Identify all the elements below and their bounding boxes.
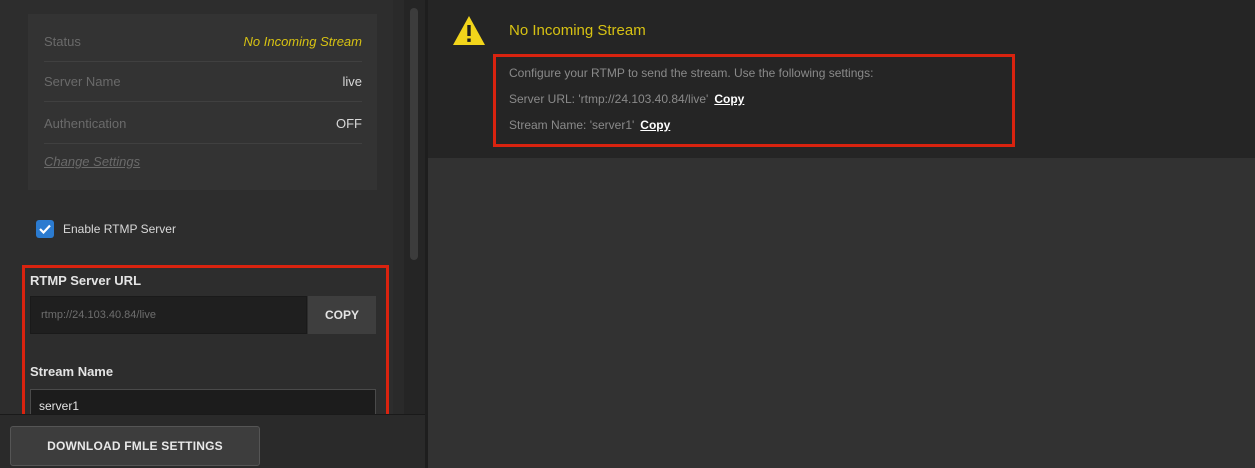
notice-instructions-text: Configure your RTMP to send the stream. … [509,66,874,80]
enable-rtmp-label: Enable RTMP Server [63,222,176,236]
status-box: Status No Incoming Stream Server Name li… [28,14,377,190]
server-name-value: live [342,74,362,89]
notice-server-url: Server URL: 'rtmp://24.103.40.84/live' Co… [509,92,744,106]
rtmp-url-label: RTMP Server URL [30,273,142,288]
preview-area [428,158,1255,468]
notice-title: No Incoming Stream [509,22,646,39]
rtmp-url-field[interactable]: rtmp://24.103.40.84/live [30,296,307,334]
status-value: No Incoming Stream [243,34,363,49]
copy-server-url-link[interactable]: Copy [714,92,744,106]
server-name-row: Server Name live [44,62,362,102]
authentication-value: OFF [336,116,362,131]
change-settings-link[interactable]: Change Settings [44,154,140,169]
status-row: Status No Incoming Stream [44,22,362,62]
status-label: Status [44,34,81,49]
authentication-label: Authentication [44,116,127,131]
enable-rtmp-toggle[interactable]: Enable RTMP Server [36,220,176,238]
download-fmle-settings-button[interactable]: DOWNLOAD FMLE SETTINGS [10,426,260,466]
notice-stream-name-text: Stream Name: 'server1' [509,118,635,132]
enable-rtmp-checkbox[interactable] [36,220,54,238]
notice-stream-name: Stream Name: 'server1' Copy [509,118,670,132]
stream-name-label: Stream Name [30,364,114,379]
copy-stream-name-link[interactable]: Copy [640,118,670,132]
notice-server-url-text: Server URL: 'rtmp://24.103.40.84/live' [509,92,709,106]
copy-url-button[interactable]: COPY [308,296,376,334]
check-icon [39,224,51,234]
warning-icon [453,16,485,45]
authentication-row: Authentication OFF [44,104,362,144]
scrollbar-thumb[interactable] [410,8,418,260]
server-name-label: Server Name [44,74,121,89]
notice-instructions: Configure your RTMP to send the stream. … [509,66,873,80]
